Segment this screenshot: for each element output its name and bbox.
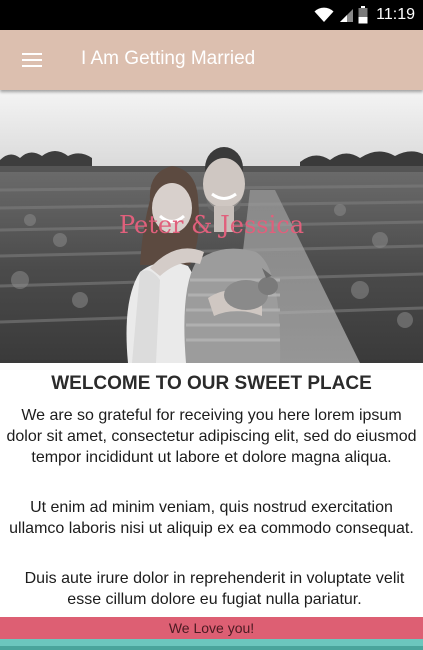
wifi-icon	[314, 7, 334, 22]
welcome-paragraph-1: We are so grateful for receiving you her…	[6, 407, 417, 466]
status-bar: 11:19	[0, 0, 423, 30]
couple-names: Peter & Jessica	[118, 211, 305, 239]
welcome-heading: WELCOME TO OUR SWEET PLACE	[51, 373, 372, 394]
footer-strip-edge	[0, 646, 423, 650]
app-screen: 11:19 I Am Getting Married Peter & Jessi…	[0, 0, 423, 650]
footer-banner: We Love you!	[0, 617, 423, 639]
welcome-paragraph-3: Duis aute irure dolor in reprehenderit i…	[24, 570, 405, 608]
status-time: 11:19	[376, 6, 415, 23]
app-bar: I Am Getting Married	[0, 30, 423, 90]
signal-icon	[340, 9, 354, 22]
welcome-paragraph-2: Ut enim ad minim veniam, quis nostrud ex…	[9, 499, 414, 537]
welcome-section: WELCOME TO OUR SWEET PLACE We are so gra…	[0, 363, 423, 617]
hero-image: Peter & Jessica	[0, 90, 423, 363]
hamburger-menu-icon[interactable]	[14, 44, 50, 76]
app-title: I Am Getting Married	[81, 48, 256, 69]
battery-icon	[358, 6, 368, 24]
status-icons: 11:19	[314, 0, 415, 30]
